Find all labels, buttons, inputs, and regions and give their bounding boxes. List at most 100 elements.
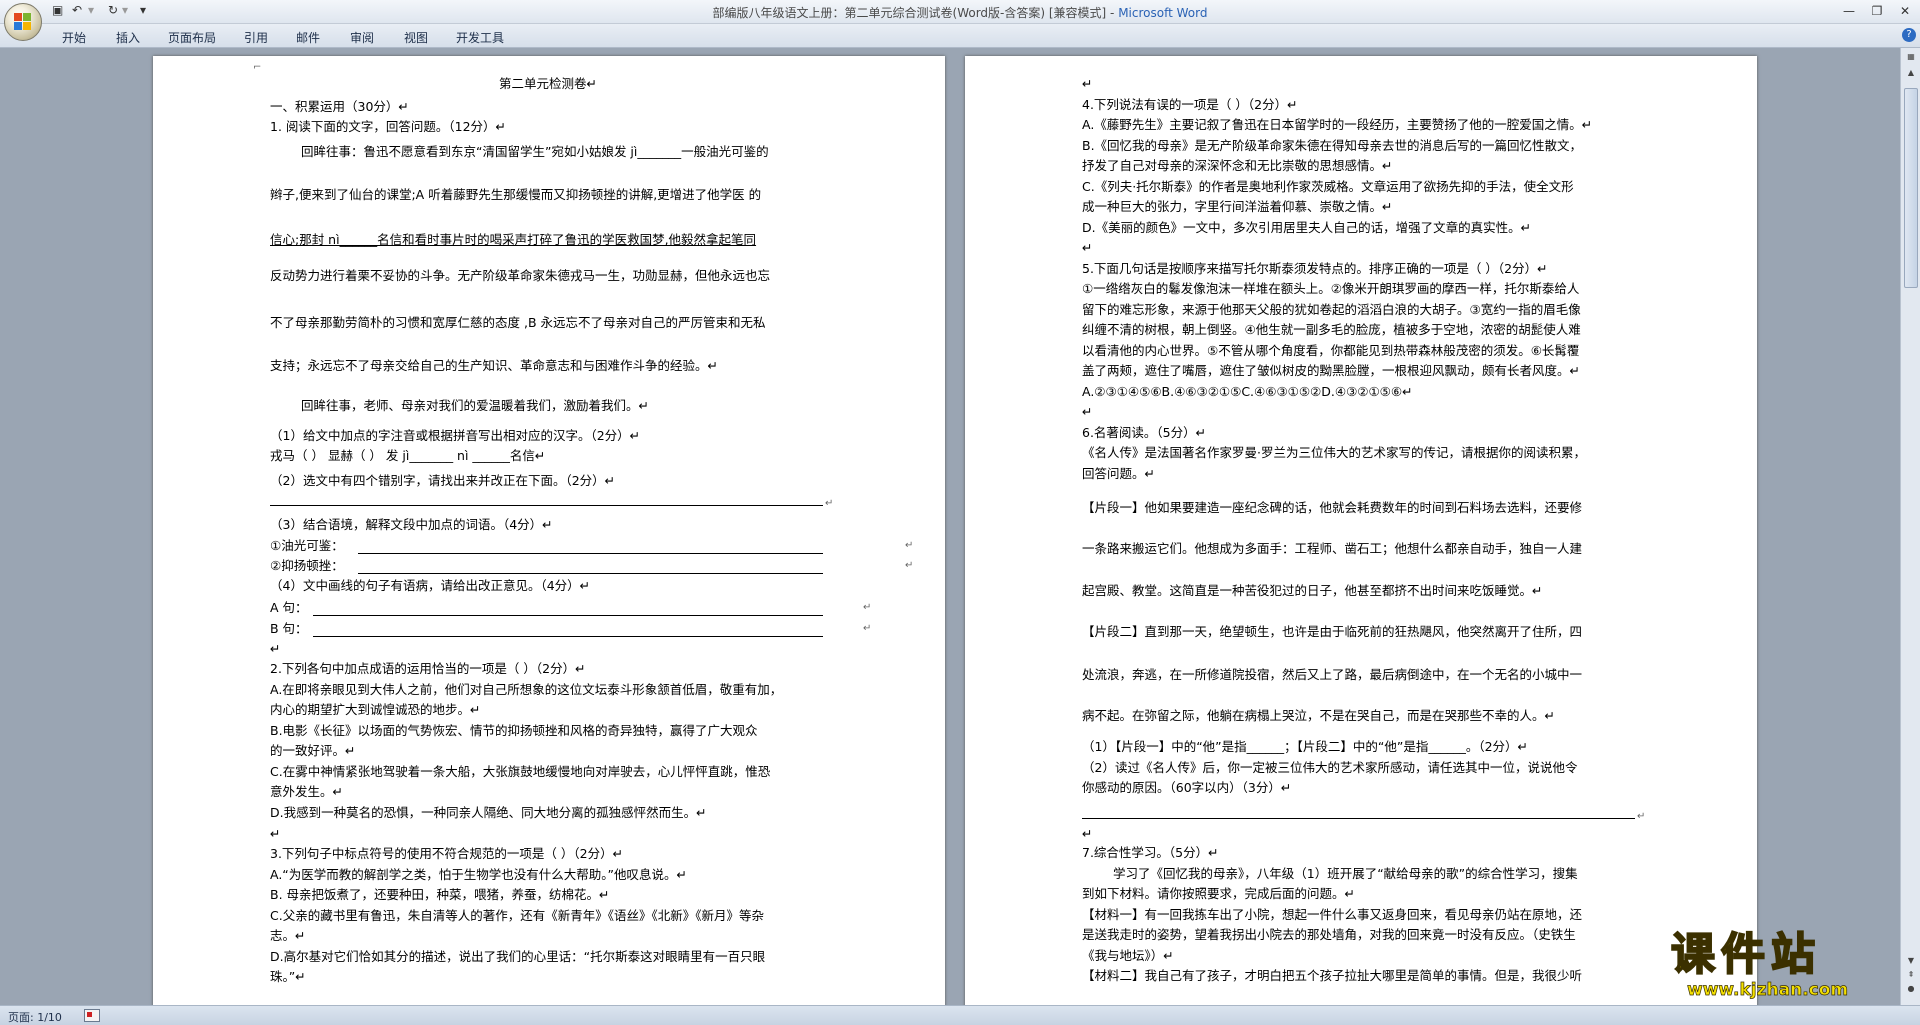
doc-line: 回眸往事：鲁迅不愿意看到东京“清国留学生”宛如小姑娘发 jì_______一般油… bbox=[301, 144, 769, 159]
paragraph-mark: ↵ bbox=[905, 540, 914, 551]
doc-line: 信心;那封 nì______名信和看时事片时的喝采声打碎了鲁迅的学医救国梦,他毅… bbox=[270, 232, 757, 247]
status-bar: 页面: 1/10 bbox=[0, 1005, 1920, 1025]
doc-line: A.在即将亲眼见到大伟人之前，他们对自己所想象的这位文坛泰斗形象颔首低眉，敬重有… bbox=[270, 682, 783, 697]
doc-line: ↵ bbox=[270, 826, 281, 841]
doc-line: 以看清他的内心世界。⑤不管从哪个角度看，你都能见到热带森林般茂密的须发。⑥长髯覆 bbox=[1082, 343, 1580, 358]
tab-mailings[interactable]: 邮件 bbox=[296, 29, 320, 46]
paragraph-mark: ↵ bbox=[863, 623, 872, 634]
tab-review[interactable]: 审阅 bbox=[350, 29, 374, 46]
page-indicator[interactable]: 页面: 1/10 bbox=[8, 1009, 62, 1025]
answer-line bbox=[358, 573, 823, 574]
document-area[interactable]: ⌐ 第二单元检测卷↵ 一、积累运用（30分）↵ 1. 阅读下面的文字，回答问题。… bbox=[0, 48, 1900, 1005]
doc-line: A.“为医学而教的解剖学之类，怕于生物学也没有什么大帮助。”他叹息说。↵ bbox=[270, 867, 687, 882]
restore-button[interactable]: ❐ bbox=[1864, 2, 1890, 20]
doc-line: 内心的期望扩大到诚惶诚恐的地步。↵ bbox=[270, 702, 481, 717]
margin-mark: ⌐ bbox=[253, 62, 262, 73]
doc-line: B.电影《长征》以场面的气势恢宏、情节的抑扬顿挫和风格的奇异独特，赢得了广大观众 bbox=[270, 723, 758, 738]
title-bar: ▣ ↶ ▾ ↻ ▾ ▾ 部编版八年级语文上册：第二单元综合测试卷(Word版-含… bbox=[0, 0, 1920, 24]
doc-line: （2）选文中有四个错别字，请找出来并改正在下面。（2分）↵ bbox=[270, 473, 616, 488]
scroll-thumb[interactable] bbox=[1904, 88, 1918, 288]
doc-line: 7.综合性学习。（5分）↵ bbox=[1082, 845, 1219, 860]
office-button[interactable] bbox=[4, 3, 42, 41]
doc-line: 纠缠不清的树根，朝上倒竖。④他生就一副多毛的脸庞，植被多于空地，浓密的胡髭使人难 bbox=[1082, 322, 1581, 337]
doc-line: 3.下列句子中标点符号的使用不符合规范的一项是（ ）（2分）↵ bbox=[270, 846, 624, 861]
doc-line: B. 母亲把饭煮了，还要种田，种菜，喂猪，养蚕，纺棉花。↵ bbox=[270, 887, 610, 902]
paragraph-mark: ↵ bbox=[825, 498, 834, 509]
doc-line: 到如下材料。请你按照要求，完成后面的问题。↵ bbox=[1082, 886, 1355, 901]
doc-line: 《我与地坛》）↵ bbox=[1082, 948, 1174, 963]
tab-page-layout[interactable]: 页面布局 bbox=[168, 29, 216, 46]
doc-line: 珠。”↵ bbox=[270, 969, 306, 984]
doc-line: C.在雾中神情紧张地驾驶着一条大船，大张旗鼓地缓慢地向对岸驶去，心儿怦怦直跳，惟… bbox=[270, 764, 771, 779]
doc-line: 【片段二】直到那一天，绝望顿生，也许是由于临死前的狂热飓风，他突然离开了住所，四 bbox=[1082, 624, 1583, 639]
doc-title: 第二单元检测卷↵ bbox=[499, 76, 597, 91]
doc-line: 的一致好评。↵ bbox=[270, 743, 356, 758]
doc-line: 【片段一】他如果要建造一座纪念碑的话，他就会耗费数年的时间到石料场去选料，还要修 bbox=[1082, 500, 1583, 515]
answer-line bbox=[270, 505, 823, 506]
doc-line: ②抑扬顿挫： bbox=[270, 558, 344, 573]
doc-line: D.高尔基对它们恰如其分的描述，说出了我们的心里话：“托尔斯泰这对眼睛里有一百只… bbox=[270, 949, 766, 964]
answer-line bbox=[313, 615, 823, 616]
answer-line bbox=[313, 636, 823, 637]
doc-line: A.《藤野先生》主要记叙了鲁迅在日本留学时的一段经历，主要赞扬了他的一腔爱国之情… bbox=[1082, 117, 1593, 132]
doc-line: 辫子,便来到了仙台的课堂;A 听着藤野先生那缓慢而又抑扬顿挫的讲解,更增进了他学… bbox=[270, 187, 762, 202]
vertical-scrollbar[interactable]: ▦ ▲ ▼ ⇞ ● bbox=[1900, 48, 1920, 1005]
doc-line: 回眸往事，老师、母亲对我们的爱温暖着我们，激励着我们。↵ bbox=[301, 398, 649, 413]
doc-line: （1）给文中加点的字注音或根据拼音写出相对应的汉字。（2分）↵ bbox=[270, 428, 641, 443]
answer-line bbox=[358, 553, 823, 554]
doc-line: 戎马（ ） 显赫（ ） 发 jì_______ nì ______名信↵ bbox=[270, 448, 546, 463]
doc-line: ↵ bbox=[1082, 76, 1093, 91]
page-2[interactable]: ↵ 4.下列说法有误的一项是（ ）（2分）↵ A.《藤野先生》主要记叙了鲁迅在日… bbox=[965, 56, 1757, 1005]
doc-line: 成一种巨大的张力，字里行间洋溢着仰慕、崇敬之情。↵ bbox=[1082, 199, 1393, 214]
doc-line: 不了母亲那勤劳简朴的习惯和宽厚仁慈的态度 ,B 永远忘不了母亲对自己的严厉管束和… bbox=[270, 315, 766, 330]
page-1[interactable]: ⌐ 第二单元检测卷↵ 一、积累运用（30分）↵ 1. 阅读下面的文字，回答问题。… bbox=[153, 56, 945, 1005]
doc-line: C.《列夫·托尔斯泰》的作者是奥地利作家茨威格。文章运用了欲扬先抑的手法，使全文… bbox=[1082, 179, 1574, 194]
tab-developer[interactable]: 开发工具 bbox=[456, 29, 504, 46]
doc-line: B.《回忆我的母亲》是无产阶级革命家朱德在得知母亲去世的消息后写的一篇回忆性散文… bbox=[1082, 138, 1583, 153]
doc-line: 病不起。在弥留之际，他躺在病榻上哭泣，不是在哭自己，而是在哭那些不幸的人。↵ bbox=[1082, 708, 1555, 723]
help-icon[interactable]: ? bbox=[1902, 28, 1916, 42]
document-title: 部编版八年级语文上册：第二单元综合测试卷(Word版-含答案) [兼容模式] - bbox=[712, 6, 1119, 20]
proofing-status-icon[interactable] bbox=[84, 1009, 100, 1022]
doc-line: 反动势力进行着栗不妥协的斗争。无产阶级革命家朱德戎马一生，功勋显赫，但他永远也忘 bbox=[270, 268, 771, 283]
watermark-url: www.kjzhan.com bbox=[1687, 980, 1849, 1001]
tab-view[interactable]: 视图 bbox=[404, 29, 428, 46]
paragraph-mark: ↵ bbox=[905, 560, 914, 571]
scroll-up-icon[interactable]: ▲ bbox=[1904, 68, 1918, 80]
close-button[interactable]: ✕ bbox=[1892, 2, 1918, 20]
doc-line: C.父亲的藏书里有鲁迅，朱自清等人的著作，还有《新青年》《语丝》《北新》《新月》… bbox=[270, 908, 764, 923]
doc-line: （3）结合语境，解释文段中加点的词语。（4分）↵ bbox=[270, 517, 553, 532]
doc-line: D.我感到一种莫名的恐惧，一种同亲人隔绝、同大地分离的孤独感怦然而生。↵ bbox=[270, 805, 707, 820]
doc-line: 处流浪，奔逃，在一所修道院投宿，然后又上了路，最后病倒途中，在一个无名的小城中一 bbox=[1082, 667, 1583, 682]
doc-line: ↵ bbox=[1082, 240, 1093, 255]
doc-line: 盖了两颊，遮住了嘴唇，遮住了皱似树皮的黝黑脸膛，一根根迎风飘动，颇有长者风度。↵ bbox=[1082, 363, 1580, 378]
doc-line: 【材料二】我自己有了孩子，才明白把五个孩子拉扯大哪里是简单的事情。但是，我很少听 bbox=[1082, 968, 1583, 983]
doc-line: 一条路来搬运它们。他想成为多面手：工程师、凿石工；他想什么都亲自动手，独自一人建 bbox=[1082, 541, 1583, 556]
watermark-title: 课件站 bbox=[1670, 929, 1821, 981]
doc-line: 《名人传》是法国著名作家罗曼·罗兰为三位伟大的艺术家写的传记，请根据你的阅读积累… bbox=[1082, 445, 1586, 460]
doc-line: A.②③①④⑤⑥B.④⑥③②①⑤C.④⑥③①⑤②D.④③②①⑤⑥↵ bbox=[1082, 384, 1413, 399]
doc-line: 学习了《回忆我的母亲》，八年级（1）班开展了“献给母亲的歌”的综合性学习，搜集 bbox=[1113, 866, 1578, 881]
doc-line: ↵ bbox=[1082, 404, 1093, 419]
office-logo-icon bbox=[14, 13, 32, 31]
doc-line: （4）文中画线的句子有语病，请给出改正意见。（4分）↵ bbox=[270, 578, 591, 593]
doc-line: ↵ bbox=[270, 641, 281, 656]
tab-references[interactable]: 引用 bbox=[244, 29, 268, 46]
app-name: Microsoft Word bbox=[1118, 6, 1208, 20]
tab-insert[interactable]: 插入 bbox=[116, 29, 140, 46]
ruler-toggle-icon[interactable]: ▦ bbox=[1904, 52, 1918, 64]
doc-line: 志。↵ bbox=[270, 928, 306, 943]
doc-line: ①一绺绺灰白的鬈发像泡沫一样堆在额头上。②像米开朗琪罗画的摩西一样，托尔斯泰给人 bbox=[1082, 281, 1580, 296]
doc-line: 留下的难忘形象，来源于他那天父般的犹如卷起的滔滔白浪的大胡子。③宽约一指的眉毛像 bbox=[1082, 302, 1581, 317]
answer-line bbox=[1082, 818, 1635, 819]
minimize-button[interactable]: — bbox=[1836, 2, 1862, 20]
tab-home[interactable]: 开始 bbox=[62, 29, 86, 46]
doc-line: B 句： bbox=[270, 621, 308, 636]
doc-line: ①油光可鉴： bbox=[270, 538, 344, 553]
doc-line: 意外发生。↵ bbox=[270, 784, 343, 799]
paragraph-mark: ↵ bbox=[863, 602, 872, 613]
doc-line: 你感动的原因。（60字以内）（3分）↵ bbox=[1082, 780, 1292, 795]
doc-line: 2.下列各句中加点成语的运用恰当的一项是（ ）（2分）↵ bbox=[270, 661, 586, 676]
doc-line: 回答问题。↵ bbox=[1082, 466, 1155, 481]
doc-line: 支持；永远忘不了母亲交给自己的生产知识、革命意志和与困难作斗争的经验。↵ bbox=[270, 358, 718, 373]
